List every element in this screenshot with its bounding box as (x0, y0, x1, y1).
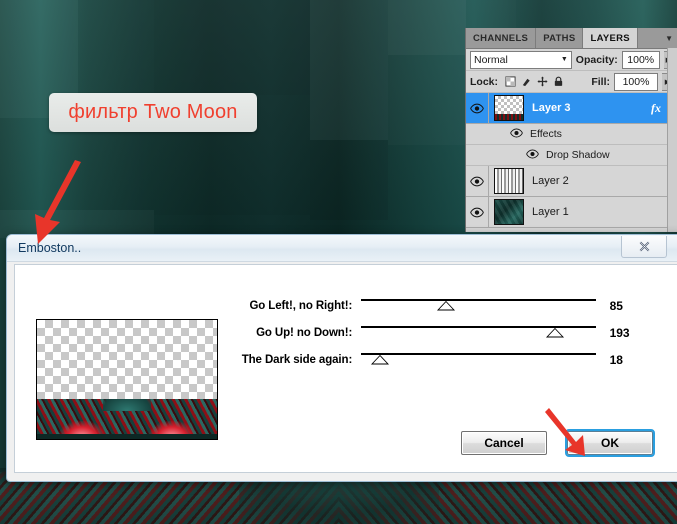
ok-button-label: OK (601, 436, 619, 450)
go-up-label: Go Up! no Down!: (256, 326, 353, 339)
dialog-title: Emboston.. (18, 241, 82, 255)
brush-icon[interactable] (521, 76, 532, 87)
layer-3-effects-group[interactable]: Effects (466, 124, 677, 145)
effects-visibility-toggle[interactable] (510, 127, 523, 141)
opacity-value: 100% (627, 53, 655, 66)
slider-thumb-icon[interactable] (361, 327, 619, 339)
annotation-label: фильтр Two Moon (49, 93, 257, 132)
annotation-label-text: фильтр Two Moon (68, 101, 238, 123)
layer-1-visibility-toggle[interactable] (466, 197, 489, 227)
go-left-label: Go Left!, no Right!: (249, 299, 353, 312)
slider-controls: Go Left!, no Right!: 85 Go Up! no Down!: (225, 295, 655, 376)
blend-mode-row: Normal ▼ Opacity: 100% ▶ (466, 49, 677, 71)
layer-3-effect-drop-shadow[interactable]: Drop Shadow (466, 145, 677, 166)
blend-mode-select[interactable]: Normal ▼ (470, 50, 572, 69)
control-row-dark-side: The Dark side again: 18 (225, 349, 655, 370)
tab-channels[interactable]: CHANNELS (466, 28, 537, 48)
eye-icon (470, 103, 484, 113)
dialog-button-row: Cancel OK (461, 429, 655, 457)
panel-menu-icon[interactable]: ▼ (660, 28, 677, 48)
layer-3-thumbnail (494, 95, 524, 121)
opacity-input[interactable]: 100% (621, 50, 660, 69)
eye-icon (470, 176, 484, 186)
cancel-button[interactable]: Cancel (461, 431, 547, 455)
panel-tab-bar: CHANNELS PATHS LAYERS ▼ (466, 28, 677, 49)
layers-scrollbar[interactable] (667, 48, 677, 232)
dark-side-label: The Dark side again: (241, 353, 353, 366)
tab-layers-label: LAYERS (590, 32, 630, 44)
slider-thumb-icon[interactable] (361, 300, 619, 312)
lock-icon[interactable] (553, 76, 564, 87)
layer-row-layer-1[interactable]: Layer 1 (466, 197, 677, 228)
chevron-down-icon: ▼ (560, 56, 568, 63)
filter-preview[interactable] (36, 319, 218, 440)
lock-label: Lock: (470, 75, 499, 88)
layer-1-thumbnail (494, 199, 524, 225)
layer-3-visibility-toggle[interactable] (466, 93, 489, 123)
cancel-button-label: Cancel (484, 436, 524, 450)
eye-icon (526, 148, 539, 159)
layer-1-name: Layer 1 (532, 206, 569, 218)
tab-layers[interactable]: LAYERS (583, 28, 638, 48)
move-icon[interactable] (537, 76, 548, 87)
lock-row: Lock: Fill: 100% (466, 71, 677, 93)
dark-side-slider[interactable] (361, 349, 596, 370)
ok-button[interactable]: OK (565, 429, 655, 457)
dialog-body: Go Left!, no Right!: 85 Go Up! no Down!: (14, 264, 677, 473)
layer-3-name: Layer 3 (532, 102, 571, 114)
blend-mode-value: Normal (474, 53, 508, 66)
dialog-close-button[interactable] (621, 236, 667, 258)
slider-thumb-icon[interactable] (361, 354, 619, 366)
tab-paths[interactable]: PATHS (536, 28, 584, 48)
drop-shadow-visibility-toggle[interactable] (526, 148, 539, 162)
opacity-label: Opacity: (575, 53, 618, 66)
emboston-dialog: Emboston.. Go Left!, no Right!: 85 Go Up… (6, 234, 677, 482)
layer-2-name: Layer 2 (532, 175, 569, 187)
control-row-go-up: Go Up! no Down!: 193 (225, 322, 655, 343)
layer-effects-badge-icon[interactable]: fx (651, 101, 661, 116)
go-left-slider[interactable] (361, 295, 596, 316)
fill-input[interactable]: 100% (614, 72, 658, 91)
drop-shadow-label: Drop Shadow (546, 149, 610, 161)
eye-icon (510, 127, 523, 138)
go-up-slider[interactable] (361, 322, 596, 343)
layers-panel: CHANNELS PATHS LAYERS ▼ Normal ▼ Opacity… (465, 28, 677, 232)
tab-channels-label: CHANNELS (473, 32, 529, 44)
dialog-title-bar[interactable]: Emboston.. (7, 235, 677, 262)
control-row-go-left: Go Left!, no Right!: 85 (225, 295, 655, 316)
fill-value: 100% (622, 75, 650, 88)
transparent-pixels-icon[interactable] (505, 76, 516, 87)
eye-icon (470, 207, 484, 217)
close-x-icon (639, 241, 649, 252)
tab-paths-label: PATHS (543, 32, 576, 44)
preview-artwork (37, 399, 217, 439)
effects-label: Effects (530, 128, 562, 140)
layer-row-layer-3[interactable]: Layer 3 fx ▲ (466, 93, 677, 124)
layer-row-layer-2[interactable]: Layer 2 (466, 166, 677, 197)
screen: фильтр Two Moon CHANNELS PATHS LAYERS ▼ … (0, 0, 677, 524)
fill-label: Fill: (591, 75, 610, 88)
layer-2-thumbnail (494, 168, 524, 194)
layer-2-visibility-toggle[interactable] (466, 166, 489, 196)
